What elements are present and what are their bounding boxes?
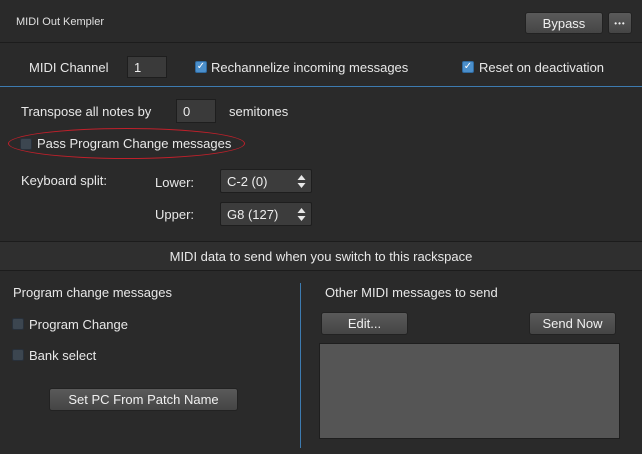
transpose-field[interactable]: 0 bbox=[176, 99, 216, 123]
pass-program-change-label: Pass Program Change messages bbox=[37, 136, 232, 151]
bypass-button[interactable]: Bypass bbox=[525, 12, 603, 34]
updown-arrows-icon bbox=[297, 208, 306, 221]
send-now-button[interactable]: Send Now bbox=[529, 312, 616, 335]
midi-messages-box[interactable] bbox=[319, 343, 620, 439]
pc-panel-title: Program change messages bbox=[13, 285, 172, 300]
updown-arrows-icon bbox=[297, 175, 306, 188]
midi-channel-label: MIDI Channel bbox=[29, 60, 109, 75]
keyboard-split-label: Keyboard split: bbox=[21, 173, 107, 188]
bank-select-checkbox[interactable] bbox=[12, 349, 24, 361]
reset-on-deactivation-checkbox[interactable]: ✓ bbox=[462, 61, 474, 73]
reset-on-deactivation-label: Reset on deactivation bbox=[479, 60, 605, 75]
pass-program-change-checkbox[interactable] bbox=[20, 138, 32, 150]
transpose-label: Transpose all notes by bbox=[21, 104, 152, 119]
edit-button[interactable]: Edit... bbox=[321, 312, 408, 335]
bank-select-label: Bank select bbox=[29, 348, 97, 363]
header-divider bbox=[0, 42, 642, 43]
upper-select-value: G8 (127) bbox=[227, 206, 279, 222]
rechannelize-label: Rechannelize incoming messages bbox=[211, 60, 409, 75]
upper-label: Upper: bbox=[155, 207, 195, 222]
midi-channel-field[interactable]: 1 bbox=[127, 56, 167, 78]
lower-select-value: C-2 (0) bbox=[227, 173, 268, 189]
lower-label: Lower: bbox=[155, 175, 195, 190]
program-change-label: Program Change bbox=[29, 317, 128, 332]
lower-select[interactable]: C-2 (0) bbox=[220, 169, 312, 193]
set-pc-from-patch-name-button[interactable]: Set PC From Patch Name bbox=[49, 388, 238, 411]
section-header: MIDI data to send when you switch to thi… bbox=[0, 241, 642, 271]
window-title: MIDI Out Kempler bbox=[16, 16, 105, 28]
section-title: MIDI data to send when you switch to thi… bbox=[169, 248, 473, 264]
semitones-label: semitones bbox=[229, 104, 289, 119]
program-change-checkbox[interactable] bbox=[12, 318, 24, 330]
upper-select[interactable]: G8 (127) bbox=[220, 202, 312, 226]
rechannelize-checkbox[interactable]: ✓ bbox=[195, 61, 207, 73]
other-panel-title: Other MIDI messages to send bbox=[325, 285, 498, 300]
more-options-button[interactable]: ••• bbox=[608, 12, 632, 34]
accent-divider bbox=[0, 86, 642, 87]
panel-divider bbox=[300, 283, 301, 448]
